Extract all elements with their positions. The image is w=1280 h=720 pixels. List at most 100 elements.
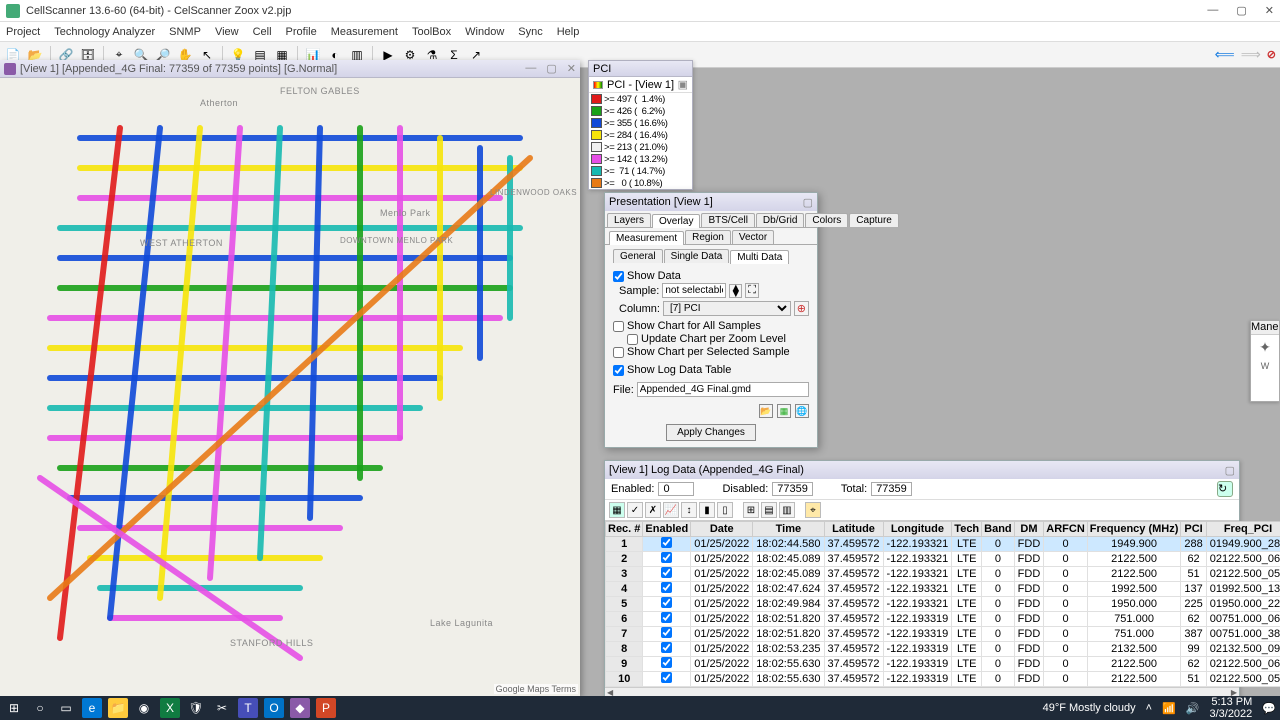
sample-stepper[interactable]: ▲▼ bbox=[729, 284, 742, 298]
menu-sync[interactable]: Sync bbox=[518, 26, 542, 38]
help-icon[interactable]: ⊘ bbox=[1267, 48, 1276, 61]
menu-snmp[interactable]: SNMP bbox=[169, 26, 201, 38]
log-tool-3[interactable]: ✗ bbox=[645, 502, 661, 518]
menu-help[interactable]: Help bbox=[557, 26, 580, 38]
row-enabled-checkbox[interactable] bbox=[661, 657, 672, 668]
apply-changes-button[interactable]: Apply Changes bbox=[666, 424, 756, 441]
update-zoom-checkbox[interactable] bbox=[627, 334, 638, 345]
col-header[interactable]: Tech bbox=[952, 522, 982, 537]
menu-cell[interactable]: Cell bbox=[253, 26, 272, 38]
row-enabled-checkbox[interactable] bbox=[661, 537, 672, 548]
col-header[interactable]: Band bbox=[982, 522, 1015, 537]
app-icon-2[interactable]: ✂ bbox=[212, 698, 232, 718]
log-table-checkbox[interactable] bbox=[613, 365, 624, 376]
col-header[interactable]: PCI bbox=[1181, 522, 1206, 537]
row-enabled-checkbox[interactable] bbox=[661, 627, 672, 638]
start-icon[interactable]: ⊞ bbox=[4, 698, 24, 718]
notification-icon[interactable]: 💬 bbox=[1262, 702, 1276, 715]
tab-region[interactable]: Region bbox=[685, 230, 731, 244]
col-header[interactable]: Longitude bbox=[883, 522, 952, 537]
tab-vector[interactable]: Vector bbox=[732, 230, 774, 244]
map-maximize-icon[interactable]: ▢ bbox=[546, 62, 556, 75]
map-canvas[interactable]: FELTON GABLES Atherton WEST ATHERTON STA… bbox=[0, 78, 580, 696]
maximize-button[interactable]: ▢ bbox=[1236, 4, 1246, 17]
sample-input[interactable] bbox=[662, 283, 726, 298]
tab-single-data[interactable]: Single Data bbox=[664, 249, 730, 263]
menu-project[interactable]: Project bbox=[6, 26, 40, 38]
file-open-icon[interactable]: 📂 bbox=[759, 404, 773, 418]
tab-overlay[interactable]: Overlay bbox=[652, 214, 700, 228]
table-row[interactable]: 701/25/202218:02:51.82037.459572-122.193… bbox=[606, 627, 1280, 642]
column-add-icon[interactable]: ⊕ bbox=[794, 301, 809, 316]
chart-all-checkbox[interactable] bbox=[613, 321, 624, 332]
table-row[interactable]: 201/25/202218:02:45.08937.459572-122.193… bbox=[606, 552, 1280, 567]
nav-back-icon[interactable]: ⟸ bbox=[1215, 46, 1235, 63]
close-button[interactable]: ✕ bbox=[1265, 4, 1274, 17]
table-row[interactable]: 101/25/202218:02:44.58037.459572-122.193… bbox=[606, 537, 1280, 552]
file-grid-icon[interactable]: ▦ bbox=[777, 404, 791, 418]
table-row[interactable]: 301/25/202218:02:45.08937.459572-122.193… bbox=[606, 567, 1280, 582]
menu-toolbox[interactable]: ToolBox bbox=[412, 26, 451, 38]
file-globe-icon[interactable]: 🌐 bbox=[795, 404, 809, 418]
row-enabled-checkbox[interactable] bbox=[661, 672, 672, 683]
menu-measurement[interactable]: Measurement bbox=[331, 26, 398, 38]
row-enabled-checkbox[interactable] bbox=[661, 552, 672, 563]
col-header[interactable]: Date bbox=[691, 522, 753, 537]
col-header[interactable]: Time bbox=[753, 522, 824, 537]
tray-chevron-icon[interactable]: ˄ bbox=[1146, 702, 1152, 714]
log-tool-1[interactable]: ▦ bbox=[609, 502, 625, 518]
outlook-icon[interactable]: O bbox=[264, 698, 284, 718]
row-enabled-checkbox[interactable] bbox=[661, 642, 672, 653]
excel-icon[interactable]: X bbox=[160, 698, 180, 718]
show-data-checkbox[interactable] bbox=[613, 271, 624, 282]
log-tool-4[interactable]: 📈 bbox=[663, 502, 679, 518]
log-table[interactable]: Rec. #EnabledDateTimeLatitudeLongitudeTe… bbox=[605, 521, 1280, 687]
table-row[interactable]: 801/25/202218:02:53.23537.459572-122.193… bbox=[606, 642, 1280, 657]
table-row[interactable]: 401/25/202218:02:47.62437.459572-122.193… bbox=[606, 582, 1280, 597]
compass-icon[interactable]: ✦W bbox=[1251, 335, 1279, 376]
table-row[interactable]: 601/25/202218:02:51.82037.459572-122.193… bbox=[606, 612, 1280, 627]
menu-profile[interactable]: Profile bbox=[286, 26, 317, 38]
table-row[interactable]: 901/25/202218:02:55.63037.459572-122.193… bbox=[606, 657, 1280, 672]
log-tool-8[interactable]: ⊞ bbox=[743, 502, 759, 518]
menu-window[interactable]: Window bbox=[465, 26, 504, 38]
col-header[interactable]: DM bbox=[1014, 522, 1044, 537]
row-enabled-checkbox[interactable] bbox=[661, 612, 672, 623]
menu-view[interactable]: View bbox=[215, 26, 239, 38]
tab-colors[interactable]: Colors bbox=[805, 213, 848, 227]
teams-icon[interactable]: T bbox=[238, 698, 258, 718]
tray-wifi-icon[interactable]: 📶 bbox=[1162, 702, 1176, 715]
chart-selected-checkbox[interactable] bbox=[613, 347, 624, 358]
weather-widget[interactable]: 49°F Mostly cloudy bbox=[1043, 702, 1136, 714]
row-enabled-checkbox[interactable] bbox=[661, 582, 672, 593]
system-clock[interactable]: 5:13 PM 3/3/2022 bbox=[1209, 696, 1252, 720]
tray-volume-icon[interactable]: 🔊 bbox=[1186, 702, 1200, 715]
tab-capture[interactable]: Capture bbox=[849, 213, 899, 227]
log-tool-5[interactable]: ↕ bbox=[681, 502, 697, 518]
powerpoint-icon[interactable]: P bbox=[316, 698, 336, 718]
file-input[interactable] bbox=[637, 382, 809, 397]
map-attribution[interactable]: Google Maps Terms bbox=[494, 684, 578, 694]
nav-forward-icon[interactable]: ⟹ bbox=[1241, 46, 1261, 63]
minimize-button[interactable]: — bbox=[1207, 4, 1218, 17]
map-minimize-icon[interactable]: — bbox=[525, 62, 536, 75]
tab-measurement[interactable]: Measurement bbox=[609, 231, 684, 245]
tab-multi-data[interactable]: Multi Data bbox=[730, 250, 789, 264]
col-header[interactable]: Latitude bbox=[824, 522, 883, 537]
row-enabled-checkbox[interactable] bbox=[661, 567, 672, 578]
log-tool-2[interactable]: ✓ bbox=[627, 502, 643, 518]
table-row[interactable]: 1001/25/202218:02:55.63037.459572-122.19… bbox=[606, 672, 1280, 687]
presentation-close-icon[interactable]: ▢ bbox=[803, 196, 813, 209]
col-header[interactable]: Freq_PCI bbox=[1206, 522, 1280, 537]
col-header[interactable]: Frequency (MHz) bbox=[1087, 522, 1181, 537]
explorer-icon[interactable]: 📁 bbox=[108, 698, 128, 718]
log-tool-10[interactable]: ▥ bbox=[779, 502, 795, 518]
log-tool-6[interactable]: ▮ bbox=[699, 502, 715, 518]
tab-layers[interactable]: Layers bbox=[607, 213, 651, 227]
log-tool-9[interactable]: ▤ bbox=[761, 502, 777, 518]
app-icon-1[interactable]: 🛡 bbox=[186, 698, 206, 718]
maneuver-panel[interactable]: Maneuv ✦W bbox=[1250, 320, 1280, 402]
log-tool-7[interactable]: ▯ bbox=[717, 502, 733, 518]
chrome-icon[interactable]: ◉ bbox=[134, 698, 154, 718]
search-icon[interactable]: ○ bbox=[30, 698, 50, 718]
